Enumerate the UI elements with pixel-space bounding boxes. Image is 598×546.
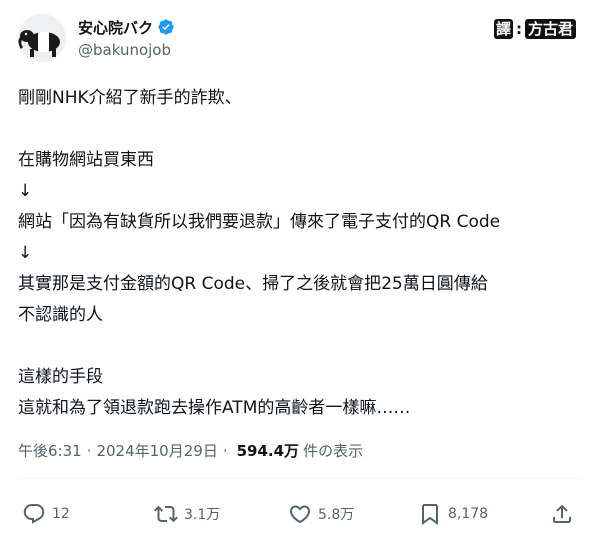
tweet-line [18, 114, 584, 145]
tweet-line: 網站「因為有缺貨所以我們要退款」傳來了電子支付的QR Code [18, 212, 501, 232]
tweet-line: ↓ [18, 243, 33, 263]
translator-separator: : [515, 20, 522, 38]
views-count[interactable]: 594.4万 [237, 440, 299, 461]
tweet-line: 這就和為了領退款跑去操作ATM的高齡者一樣嘛…… [18, 398, 411, 418]
tweet-line: ↓ [18, 181, 33, 201]
meta-separator: · [86, 441, 92, 460]
tweet-line: 不認識的人 [18, 305, 103, 325]
share-icon [553, 504, 571, 523]
tweet-header: 安心院バク @bakunojob 譯 : 方古君 [18, 14, 580, 62]
divider [18, 478, 580, 479]
translator-credit: 譯 : 方古君 [493, 18, 576, 40]
bookmark-icon [422, 504, 438, 525]
tweet-text: 剛剛NHK介紹了新手的詐欺、 在購物網站買東西 ↓ 網站「因為有缺貨所以我們要退… [18, 83, 584, 424]
like-icon [289, 505, 311, 524]
tapir-avatar-icon [18, 14, 66, 62]
retweet-count: 3.1万 [184, 507, 221, 523]
translator-label: 譯 [493, 19, 513, 39]
tweet-line: 其實那是支付金額的QR Code、掃了之後就會把25萬日圓傳給 [18, 274, 488, 294]
handle[interactable]: @bakunojob [78, 41, 175, 59]
like-button[interactable]: 5.8万 [288, 500, 354, 528]
share-button[interactable] [550, 500, 574, 528]
translator-name: 方古君 [524, 19, 576, 39]
author-info: 安心院バク @bakunojob [78, 16, 175, 59]
views-label: 件の表示 [303, 442, 364, 460]
meta-separator: · [222, 441, 228, 460]
reply-icon [23, 504, 45, 524]
retweet-icon [154, 505, 178, 523]
tweet-line: 剛剛NHK介紹了新手的詐欺、 [18, 88, 242, 108]
tweet-date[interactable]: 2024年10月29日 [96, 440, 217, 461]
verified-badge-icon[interactable] [157, 18, 175, 36]
action-bar: 12 3.1万 5.8万 8,178 [22, 500, 578, 528]
avatar[interactable] [18, 14, 66, 62]
tweet-line: 在購物網站買東西 [18, 150, 154, 170]
bookmark-count: 8,178 [448, 506, 489, 522]
retweet-button[interactable]: 3.1万 [154, 500, 220, 528]
bookmark-button[interactable]: 8,178 [418, 500, 488, 528]
reply-button[interactable]: 12 [22, 500, 70, 528]
display-name[interactable]: 安心院バク [78, 17, 153, 38]
display-name-row: 安心院バク [78, 16, 175, 38]
tweet-time[interactable]: 午後6:31 [18, 440, 82, 461]
reply-count: 12 [52, 506, 70, 522]
tweet-meta: 午後6:31 · 2024年10月29日 · 594.4万 件の表示 [18, 440, 363, 461]
like-count: 5.8万 [318, 507, 355, 523]
tweet-line [18, 331, 584, 362]
tweet-line: 這樣的手段 [18, 367, 103, 387]
